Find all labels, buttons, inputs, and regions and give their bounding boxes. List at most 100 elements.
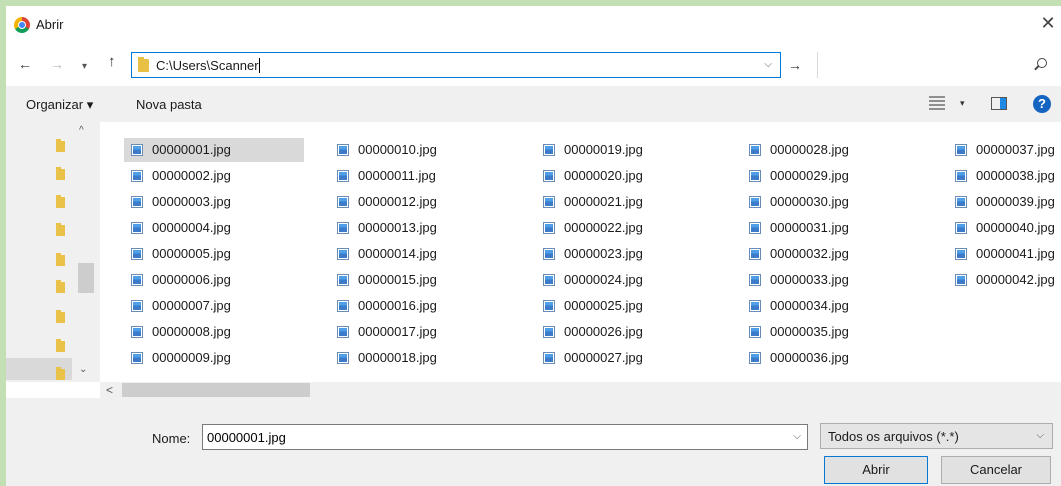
search-input[interactable] <box>817 52 1061 78</box>
file-item[interactable]: 00000020.jpg <box>536 164 721 188</box>
cancel-button[interactable]: Cancelar <box>941 456 1051 484</box>
file-item[interactable]: 00000040.jpg <box>948 216 1061 240</box>
address-dropdown-chevron-icon[interactable]: ⌵ <box>764 59 772 70</box>
file-type-filter-label: Todos os arquivos (*.*) <box>828 429 959 444</box>
file-type-dropdown-chevron-icon[interactable]: ⌵ <box>1036 430 1044 441</box>
folder-icon[interactable] <box>56 167 65 180</box>
help-icon[interactable]: ? <box>1033 95 1051 113</box>
file-item[interactable]: 00000010.jpg <box>330 138 515 162</box>
image-file-icon <box>543 326 555 338</box>
folder-icon[interactable] <box>56 223 65 236</box>
image-file-icon <box>131 196 143 208</box>
file-item[interactable]: 00000015.jpg <box>330 268 515 292</box>
folder-icon[interactable] <box>56 310 65 323</box>
image-file-icon <box>955 248 967 260</box>
scroll-up-chevron-icon[interactable]: ^ <box>79 125 84 136</box>
folder-icon[interactable] <box>56 253 65 266</box>
file-item[interactable]: 00000016.jpg <box>330 294 515 318</box>
file-item[interactable]: 00000001.jpg <box>124 138 304 162</box>
file-item[interactable]: 00000024.jpg <box>536 268 721 292</box>
file-item[interactable]: 00000031.jpg <box>742 216 927 240</box>
file-item[interactable]: 00000009.jpg <box>124 346 309 370</box>
scroll-down-chevron-icon[interactable]: ⌄ <box>79 364 87 375</box>
file-item[interactable]: 00000022.jpg <box>536 216 721 240</box>
file-item[interactable]: 00000037.jpg <box>948 138 1061 162</box>
new-folder-button[interactable]: Nova pasta <box>136 97 202 112</box>
file-item[interactable]: 00000017.jpg <box>330 320 515 344</box>
image-file-icon <box>337 170 349 182</box>
folder-icon[interactable] <box>56 367 65 380</box>
preview-pane-icon[interactable] <box>991 97 1007 110</box>
back-arrow-icon[interactable]: ← <box>18 56 32 72</box>
file-item-label: 00000015.jpg <box>358 272 437 287</box>
recent-locations-chevron-icon[interactable]: ▾ <box>82 59 87 75</box>
file-item[interactable]: 00000004.jpg <box>124 216 309 240</box>
file-item[interactable]: 00000013.jpg <box>330 216 515 240</box>
file-item[interactable]: 00000035.jpg <box>742 320 927 344</box>
file-item[interactable]: 00000023.jpg <box>536 242 721 266</box>
file-item[interactable]: 00000027.jpg <box>536 346 721 370</box>
folder-icon[interactable] <box>56 280 65 293</box>
file-item[interactable]: 00000034.jpg <box>742 294 927 318</box>
file-item[interactable]: 00000033.jpg <box>742 268 927 292</box>
file-item-label: 00000001.jpg <box>152 142 231 157</box>
file-item-label: 00000013.jpg <box>358 220 437 235</box>
folder-icon[interactable] <box>56 139 65 152</box>
image-file-icon <box>131 326 143 338</box>
up-arrow-icon[interactable]: ↑ <box>108 54 116 70</box>
file-item[interactable]: 00000032.jpg <box>742 242 927 266</box>
file-item[interactable]: 00000036.jpg <box>742 346 927 370</box>
view-options-chevron-icon[interactable]: ▾ <box>960 98 965 109</box>
image-file-icon <box>337 300 349 312</box>
go-arrow-button[interactable]: → <box>784 54 806 76</box>
file-item[interactable]: 00000021.jpg <box>536 190 721 214</box>
search-icon[interactable] <box>1037 58 1047 68</box>
file-item[interactable]: 00000012.jpg <box>330 190 515 214</box>
file-item[interactable]: 00000005.jpg <box>124 242 309 266</box>
file-item[interactable]: 00000041.jpg <box>948 242 1061 266</box>
horizontal-scrollbar-thumb[interactable] <box>122 383 310 397</box>
file-name-dropdown-chevron-icon[interactable]: ⌵ <box>793 431 801 442</box>
file-item[interactable]: 00000025.jpg <box>536 294 721 318</box>
organize-menu-button[interactable]: Organizar ▾ <box>26 97 93 113</box>
view-options-icon[interactable] <box>929 96 945 110</box>
file-item[interactable]: 00000011.jpg <box>330 164 515 188</box>
file-name-combobox[interactable]: ⌵ <box>202 424 808 450</box>
file-item[interactable]: 00000026.jpg <box>536 320 721 344</box>
file-item[interactable]: 00000007.jpg <box>124 294 309 318</box>
file-name-input[interactable] <box>207 430 767 445</box>
file-item[interactable]: 00000028.jpg <box>742 138 927 162</box>
image-file-icon <box>543 222 555 234</box>
address-bar[interactable]: C:\Users\Scanner ⌵ <box>131 52 781 78</box>
scroll-left-chevron-icon[interactable]: < <box>106 382 113 398</box>
file-type-filter-select[interactable]: Todos os arquivos (*.*) ⌵ <box>820 423 1053 449</box>
open-file-dialog: Abrir ✕ ← → ▾ ↑ C:\Users\Scanner ⌵ → Org… <box>6 6 1061 486</box>
open-button[interactable]: Abrir <box>824 456 928 484</box>
file-item[interactable]: 00000008.jpg <box>124 320 309 344</box>
file-item[interactable]: 00000039.jpg <box>948 190 1061 214</box>
folder-icon[interactable] <box>56 339 65 352</box>
file-item[interactable]: 00000006.jpg <box>124 268 309 292</box>
file-item[interactable]: 00000029.jpg <box>742 164 927 188</box>
image-file-icon <box>749 300 761 312</box>
horizontal-scrollbar[interactable]: < <box>100 382 1061 398</box>
file-item-label: 00000034.jpg <box>770 298 849 313</box>
file-item-label: 00000002.jpg <box>152 168 231 183</box>
file-item[interactable]: 00000002.jpg <box>124 164 309 188</box>
file-item[interactable]: 00000018.jpg <box>330 346 515 370</box>
file-item[interactable]: 00000014.jpg <box>330 242 515 266</box>
file-item[interactable]: 00000030.jpg <box>742 190 927 214</box>
forward-arrow-icon[interactable]: → <box>50 56 64 72</box>
close-button[interactable]: ✕ <box>1037 12 1059 34</box>
address-path[interactable]: C:\Users\Scanner <box>156 58 260 73</box>
command-toolbar: Organizar ▾ Nova pasta ▾ ? <box>6 86 1061 122</box>
file-item-label: 00000025.jpg <box>564 298 643 313</box>
image-file-icon <box>131 300 143 312</box>
vertical-scrollbar-thumb[interactable] <box>78 263 94 293</box>
file-item[interactable]: 00000038.jpg <box>948 164 1061 188</box>
folder-icon[interactable] <box>56 195 65 208</box>
file-item[interactable]: 00000003.jpg <box>124 190 309 214</box>
file-item[interactable]: 00000042.jpg <box>948 268 1061 292</box>
file-item[interactable]: 00000019.jpg <box>536 138 721 162</box>
file-item-label: 00000012.jpg <box>358 194 437 209</box>
